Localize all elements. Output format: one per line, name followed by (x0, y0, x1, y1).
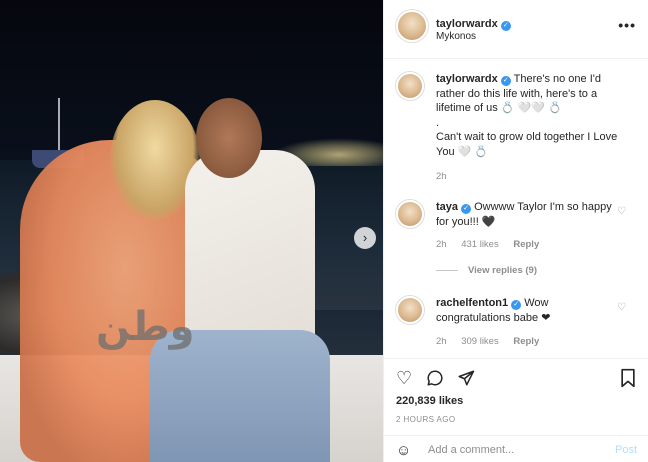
heart-icon[interactable]: ♡ (396, 368, 412, 389)
view-replies-label: View replies (9) (468, 265, 537, 276)
verified-icon: ✓ (511, 300, 522, 310)
reply-button[interactable]: Reply (513, 336, 539, 347)
avatar[interactable] (396, 72, 424, 100)
view-replies-button[interactable]: View replies (9) (436, 265, 537, 276)
avatar[interactable] (396, 296, 424, 324)
bookmark-icon[interactable] (619, 368, 637, 393)
photo-boat-mast (58, 98, 60, 154)
comment-likes[interactable]: 431 likes (461, 239, 499, 250)
header-username-wrap: taylorwardx ✓ (436, 14, 511, 32)
comment-username[interactable]: rachelfenton1 (436, 297, 508, 309)
photo-man-head (196, 98, 262, 178)
more-options-icon[interactable]: ••• (618, 17, 636, 33)
avatar[interactable] (396, 200, 424, 228)
comment-meta: 2h 309 likes Reply (436, 336, 551, 347)
paper-plane-icon[interactable] (457, 368, 475, 389)
comment-body: rachelfenton1 ✓ Wow congratulations babe … (436, 296, 621, 325)
comment-time[interactable]: 2h (436, 239, 447, 250)
verified-icon: ✓ (500, 76, 511, 86)
comment-like-icon[interactable]: ♡ (617, 302, 626, 313)
header-username[interactable]: taylorwardx (436, 18, 498, 30)
reply-button[interactable]: Reply (513, 239, 539, 250)
comments-list: taylorwardx ✓ There's no one I'd rather d… (384, 60, 648, 360)
caption-text-line2: . (436, 116, 440, 129)
comment-time[interactable]: 2h (436, 336, 447, 347)
post-button[interactable]: Post (615, 444, 637, 456)
comment-icon[interactable] (426, 368, 444, 389)
next-photo-button[interactable]: › (354, 227, 376, 249)
comment-like-icon[interactable]: ♡ (617, 206, 626, 217)
avatar[interactable] (396, 10, 428, 42)
smiley-icon[interactable]: ☺ (396, 442, 411, 459)
caption-meta: 2h (436, 171, 459, 182)
post-actions: ♡ 220,839 likes 2 HOURS AGO ☺ Post (384, 358, 648, 462)
post-photo[interactable]: وطن › (0, 0, 383, 462)
watermark-logo: وطن (96, 304, 195, 350)
likes-count[interactable]: 220,839 likes (396, 395, 463, 407)
verified-icon: ✓ (500, 21, 511, 31)
divider (436, 269, 458, 271)
post-header: taylorwardx ✓ Mykonos ••• (384, 0, 648, 59)
comment-username[interactable]: taya (436, 201, 458, 213)
comment-likes[interactable]: 309 likes (461, 336, 499, 347)
caption-body: taylorwardx ✓ There's no one I'd rather d… (436, 72, 621, 159)
add-comment-bar: ☺ Post (384, 435, 648, 462)
comment-input[interactable] (428, 440, 598, 460)
caption-time[interactable]: 2h (436, 171, 447, 182)
post-location[interactable]: Mykonos (436, 31, 476, 42)
post-side-panel: taylorwardx ✓ Mykonos ••• taylorwardx ✓ Th… (383, 0, 648, 462)
caption-username[interactable]: taylorwardx (436, 73, 498, 85)
verified-icon: ✓ (461, 204, 472, 214)
comment-body: taya ✓ Owwww Taylor I'm so happy for you!… (436, 200, 621, 229)
post-timestamp[interactable]: 2 HOURS AGO (396, 415, 456, 424)
caption-text-line3: Can't wait to grow old together I Love Y… (436, 131, 618, 158)
comment-meta: 2h 431 likes Reply (436, 239, 551, 250)
action-icons: ♡ (396, 368, 484, 389)
